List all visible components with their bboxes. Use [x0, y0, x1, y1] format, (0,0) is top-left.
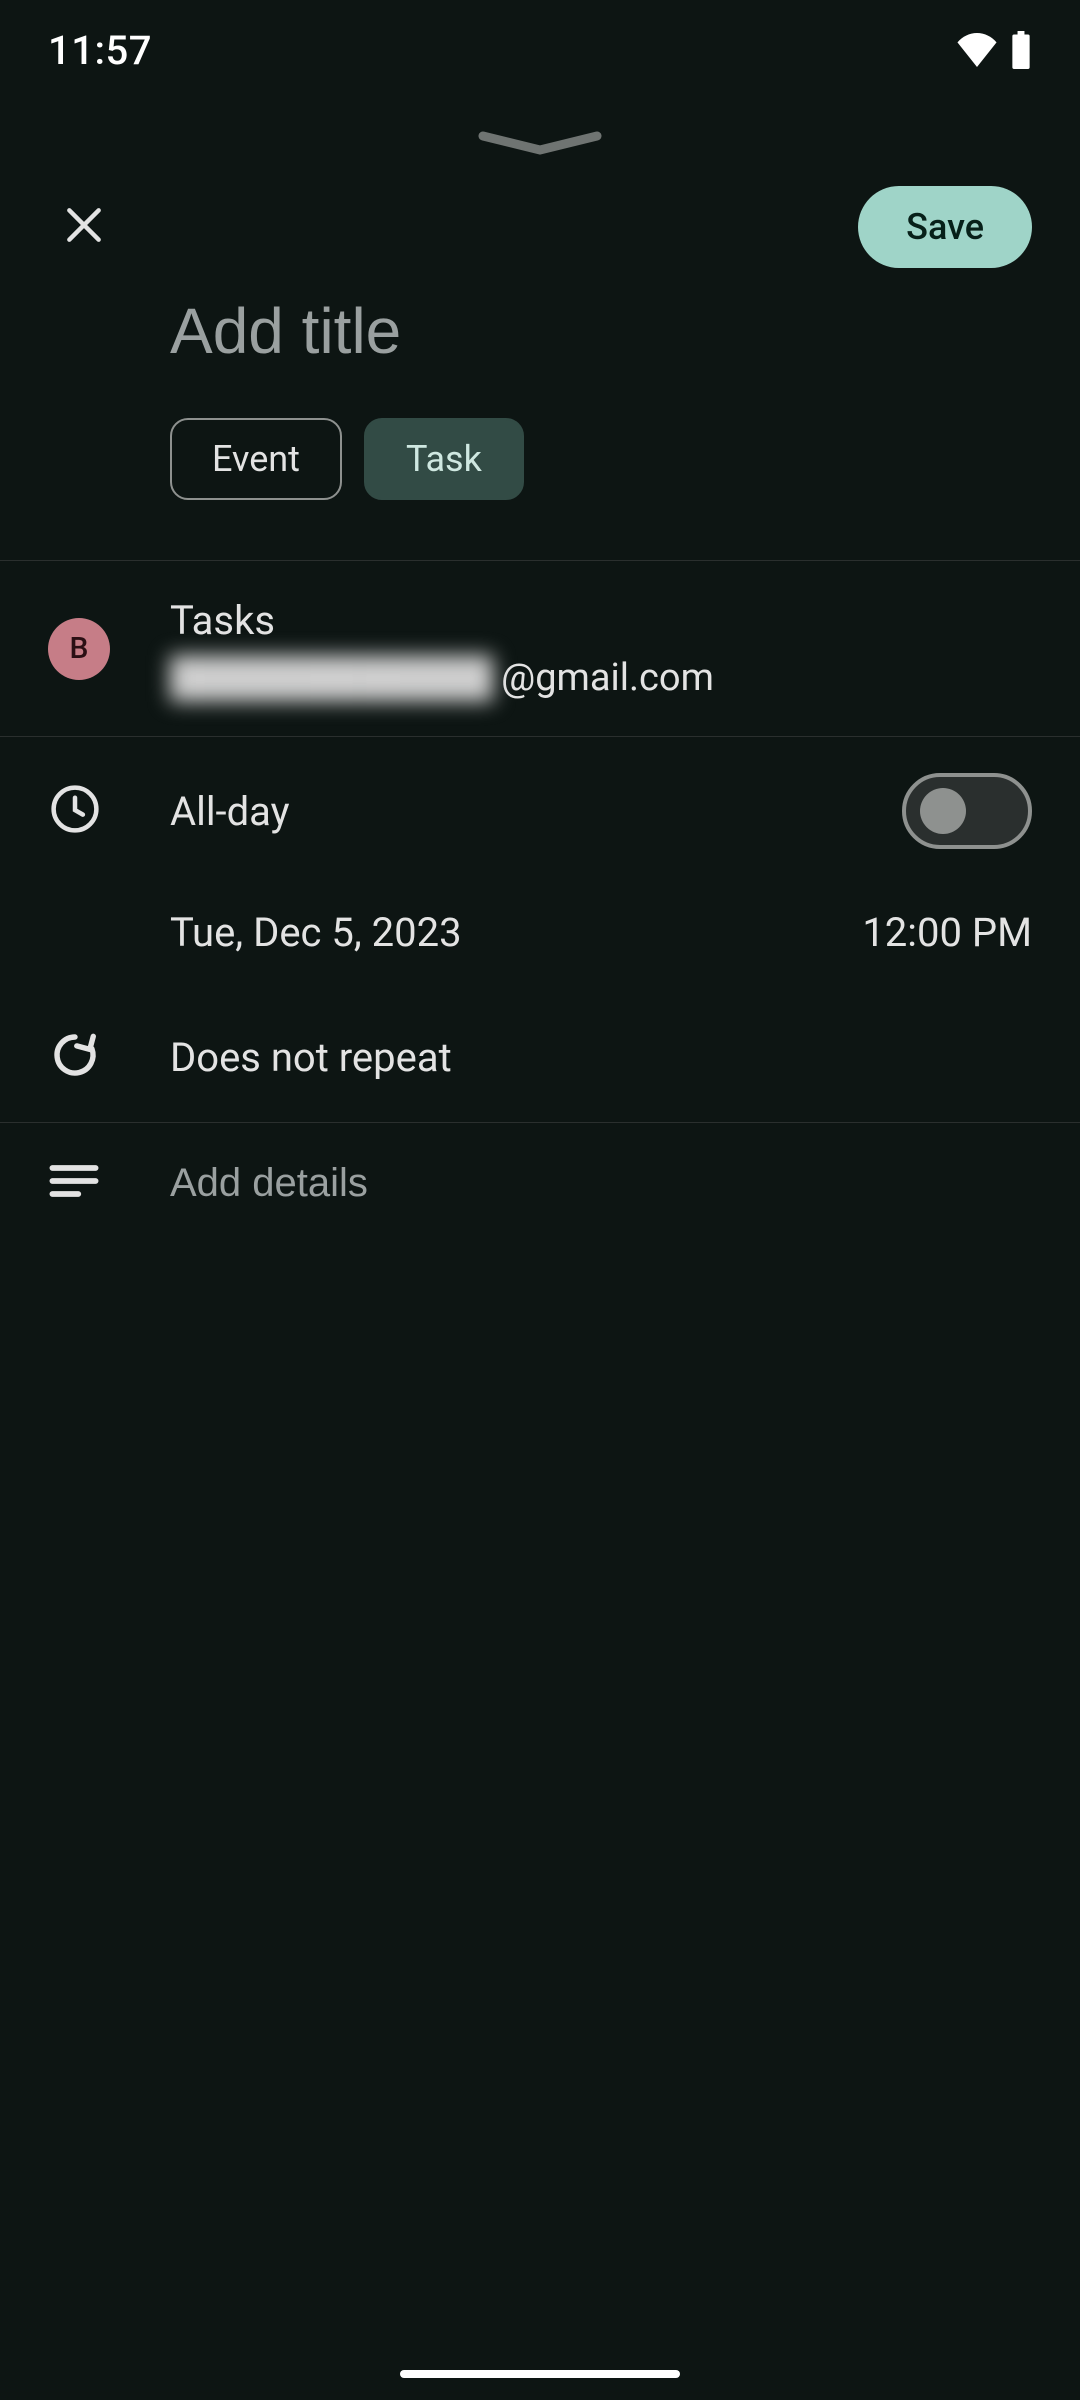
repeat-label: Does not repeat: [170, 1034, 1032, 1081]
account-row[interactable]: B Tasks ████████████@gmail.com: [0, 561, 1080, 736]
collapse-handle-icon: [475, 130, 605, 158]
task-list-name: Tasks: [170, 597, 1032, 644]
details-row: [0, 1123, 1080, 1243]
allday-label: All-day: [170, 788, 902, 835]
title-input[interactable]: [170, 294, 1032, 368]
repeat-icon: [48, 1028, 102, 1086]
allday-row: All-day: [0, 737, 1080, 885]
status-icons: [956, 31, 1032, 69]
avatar: B: [48, 618, 110, 680]
notes-icon: [48, 1160, 100, 1206]
chip-event[interactable]: Event: [170, 418, 342, 500]
time-picker[interactable]: 12:00 PM: [862, 909, 1032, 956]
email-domain: @gmail.com: [501, 656, 714, 700]
email-prefix-obscured: ████████████: [170, 656, 493, 700]
status-time: 11:57: [48, 27, 152, 74]
battery-icon: [1010, 31, 1032, 69]
wifi-icon: [956, 33, 998, 67]
nav-pill: [400, 2370, 680, 2378]
close-icon: [62, 203, 106, 251]
chip-task[interactable]: Task: [364, 418, 524, 500]
sheet-handle[interactable]: [0, 100, 1080, 168]
save-button[interactable]: Save: [858, 186, 1032, 268]
details-input[interactable]: [170, 1161, 1032, 1206]
datetime-row: Tue, Dec 5, 2023 12:00 PM: [0, 885, 1080, 992]
toggle-knob: [920, 788, 966, 834]
clock-icon: [48, 782, 102, 840]
close-button[interactable]: [48, 191, 120, 263]
app-bar: Save: [0, 168, 1080, 286]
type-chip-row: Event Task: [0, 388, 1080, 560]
account-email: ████████████@gmail.com: [170, 656, 1032, 700]
gesture-nav-bar: [0, 2370, 1080, 2378]
title-area: [0, 286, 1080, 388]
status-bar: 11:57: [0, 0, 1080, 100]
allday-toggle[interactable]: [902, 773, 1032, 849]
repeat-row[interactable]: Does not repeat: [0, 992, 1080, 1122]
date-picker[interactable]: Tue, Dec 5, 2023: [170, 909, 462, 956]
